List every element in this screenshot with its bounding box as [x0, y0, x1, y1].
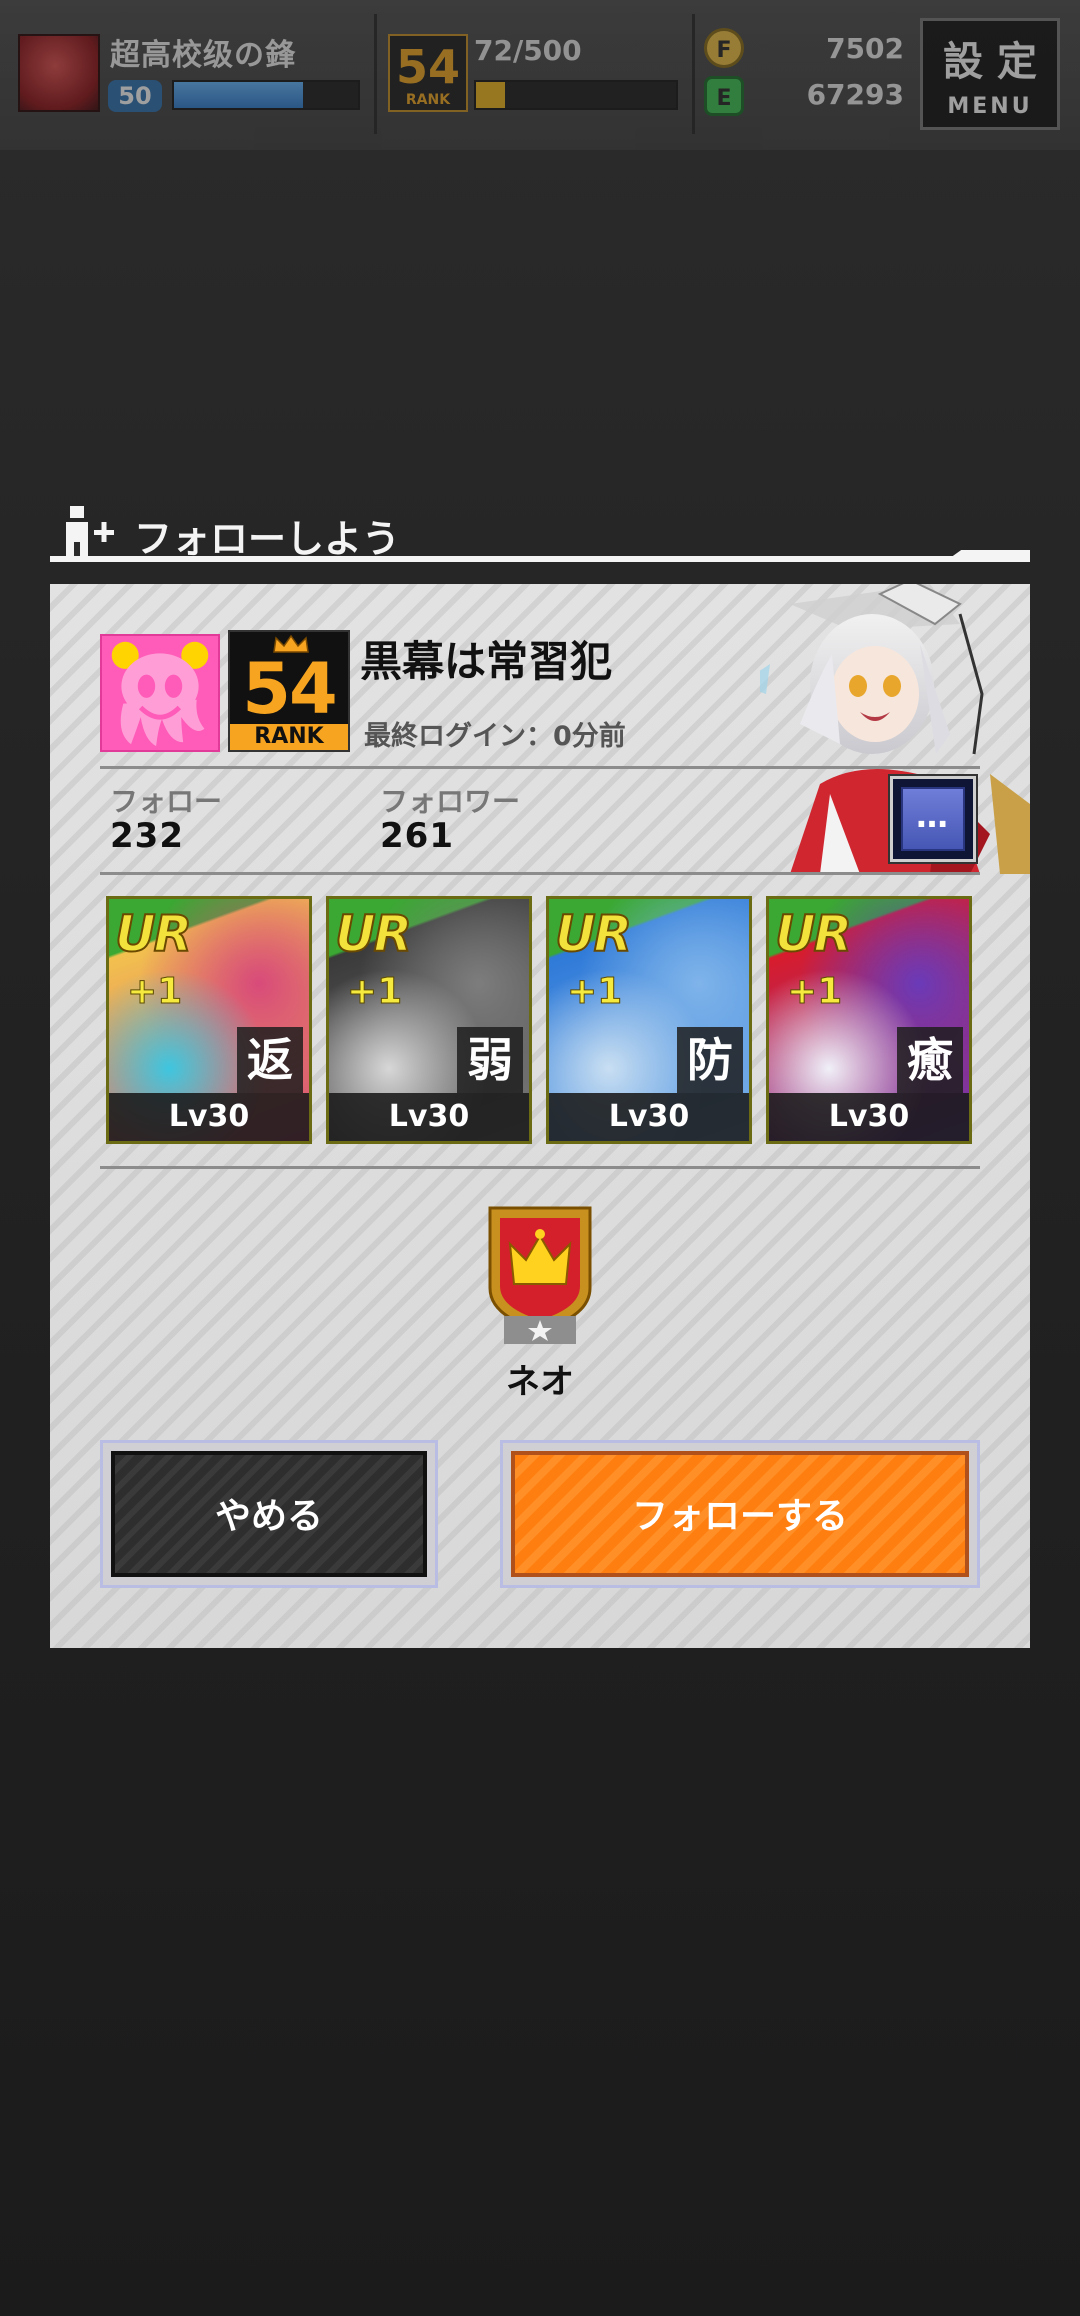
menu-button-label: MENU [947, 94, 1033, 119]
cancel-button[interactable]: やめる [100, 1440, 438, 1588]
coin-count: 7502 [826, 32, 904, 65]
card-bonus: +1 [126, 971, 183, 1013]
more-options-button[interactable]: … [890, 776, 976, 862]
divider [100, 1166, 980, 1169]
card-level: Lv30 [769, 1093, 969, 1141]
card-level: Lv30 [329, 1093, 529, 1141]
follow-count-label: フォロー [110, 785, 223, 818]
card-rarity: UR [334, 904, 413, 964]
card-level: Lv30 [109, 1093, 309, 1141]
follower-count: 261 [380, 816, 454, 856]
title-underline [50, 556, 1030, 562]
emblem-label: ネオ [506, 1362, 574, 1402]
card-rarity: UR [114, 904, 193, 964]
settings-menu-button[interactable]: 設定 MENU [920, 18, 1060, 130]
follow-button[interactable]: フォローする [500, 1440, 980, 1588]
player-level-badge: 50 [108, 80, 162, 112]
card-attribute: 弱 [457, 1027, 523, 1093]
gem-count: 67293 [806, 78, 904, 111]
more-options-label: … [901, 787, 965, 851]
card-level: Lv30 [549, 1093, 749, 1141]
player-rank-badge: 54 RANK [388, 34, 468, 112]
divider [100, 766, 980, 769]
friend-name: 黒幕は常習犯 [360, 637, 613, 686]
friend-rank-number: 54 [242, 648, 337, 730]
header-divider [692, 14, 695, 134]
card-rarity: UR [554, 904, 633, 964]
player-avatar[interactable] [18, 34, 100, 112]
card-attribute: 癒 [897, 1027, 963, 1093]
card-bonus: +1 [566, 971, 623, 1013]
divider [100, 872, 980, 875]
dialog-title: フォローしよう [134, 517, 401, 561]
add-user-icon [66, 506, 114, 556]
dialog-header: フォローしよう [50, 500, 1030, 564]
octopus-mascot-icon [111, 641, 209, 747]
cancel-button-label: やめる [111, 1451, 427, 1577]
support-card-3[interactable]: UR +1 防 Lv30 [546, 896, 752, 1144]
card-bonus: +1 [786, 971, 843, 1013]
follower-count-label: フォロワー [380, 785, 521, 818]
stamina-bar [474, 80, 678, 110]
stamina-text: 72/500 [474, 34, 582, 67]
crown-shield-emblem-icon [488, 1206, 592, 1344]
player-rank-number: 54 [395, 40, 460, 94]
exp-bar [172, 80, 360, 110]
player-rank-label: RANK [405, 92, 451, 108]
header-divider [374, 14, 377, 134]
card-rarity: UR [774, 904, 853, 964]
menu-button-kanji: 設定 [943, 39, 1051, 85]
coin-icon: F [704, 28, 744, 68]
support-card-4[interactable]: UR +1 癒 Lv30 [766, 896, 972, 1144]
stamina-bar-fill [476, 82, 505, 108]
card-bonus: +1 [346, 971, 403, 1013]
friend-avatar[interactable] [100, 634, 220, 752]
follow-button-label: フォローする [511, 1451, 969, 1577]
friend-rank-label: RANK [230, 724, 348, 750]
top-status-bar: 超高校级の鋒 50 54 RANK 72/500 F 7502 E 67293 … [0, 0, 1080, 150]
follow-dialog-panel: 54 RANK 黒幕は常習犯 最終ログイン：0分前 フォロー 232 フォロワー… [50, 584, 1030, 1648]
gem-icon: E [704, 76, 744, 116]
card-attribute: 防 [677, 1027, 743, 1093]
player-name: 超高校级の鋒 [110, 38, 296, 73]
support-card-1[interactable]: UR +1 返 Lv30 [106, 896, 312, 1144]
support-card-2[interactable]: UR +1 弱 Lv30 [326, 896, 532, 1144]
friend-rank-badge: 54 RANK [228, 630, 350, 752]
card-attribute: 返 [237, 1027, 303, 1093]
exp-bar-fill [174, 82, 303, 108]
last-login-text: 最終ログイン：0分前 [364, 721, 626, 752]
title-underline-tab [950, 550, 1030, 558]
follow-count: 232 [110, 816, 184, 856]
